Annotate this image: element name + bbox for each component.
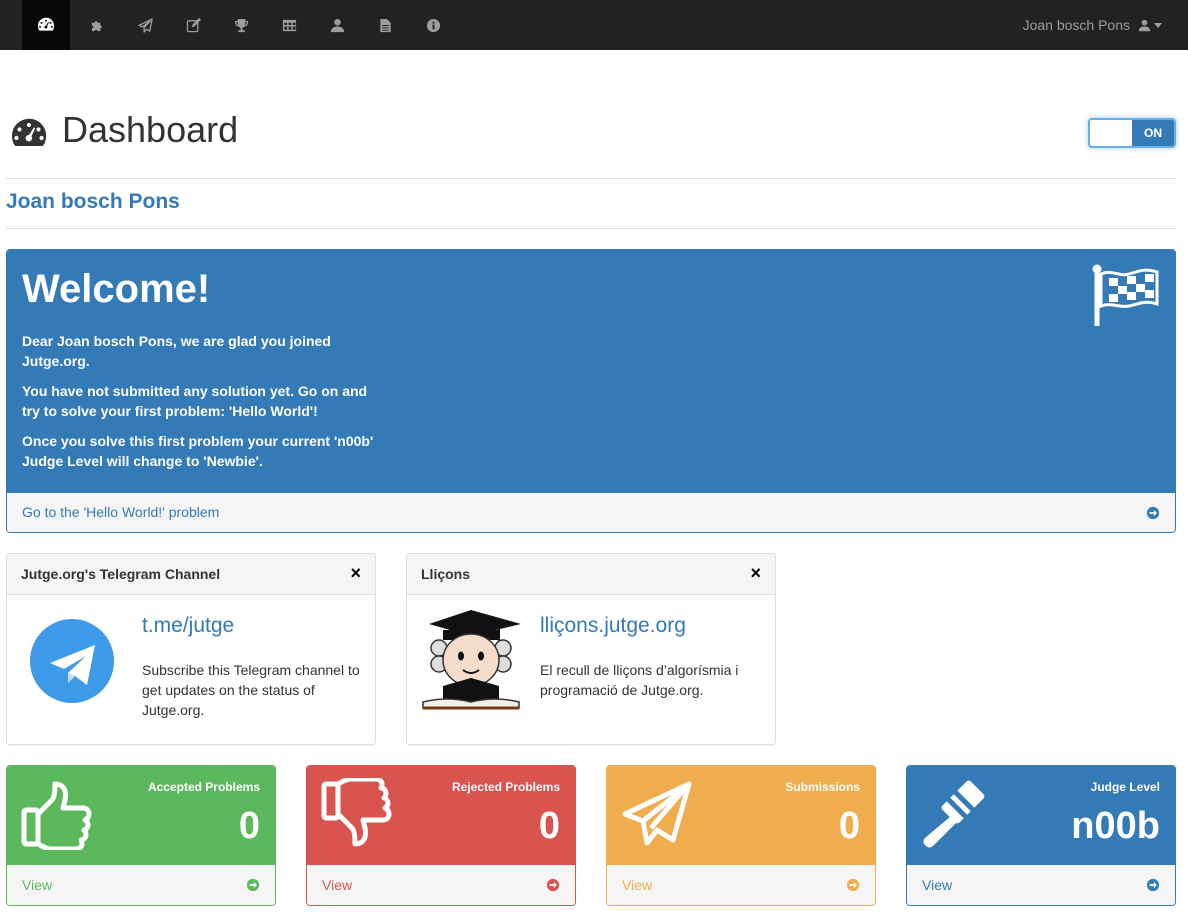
nav-problems[interactable] xyxy=(73,0,121,50)
flag-checkered-icon xyxy=(1092,264,1159,326)
send-icon xyxy=(137,17,153,33)
page-title: Dashboard xyxy=(62,109,239,150)
arrow-circle-right-icon xyxy=(846,878,860,892)
edit-icon xyxy=(186,17,201,32)
llicons-link[interactable]: lliçons.jutge.org xyxy=(540,614,686,638)
dashboard-toggle[interactable]: ON xyxy=(1088,118,1176,148)
nav-about[interactable] xyxy=(409,0,457,50)
trophy-icon xyxy=(234,18,248,32)
page-header: Dashboard ON xyxy=(6,108,1176,178)
telegram-description: Subscribe this Telegram channel to get u… xyxy=(142,662,360,718)
stat-body: Rejected Problems 0 xyxy=(307,766,575,864)
nav-dashboard[interactable] xyxy=(22,0,70,50)
arrow-circle-right-icon xyxy=(246,878,260,892)
welcome-panel: Welcome! Dear Joan bosch Pons, we are gl… xyxy=(6,249,1176,533)
llicons-panel-header: Lliçons × xyxy=(407,554,775,595)
view-label: View xyxy=(622,877,653,893)
arrow-circle-right-icon xyxy=(546,878,560,892)
divider xyxy=(6,178,1176,179)
judge-level-panel: Judge Level n00b View xyxy=(906,765,1176,906)
rejected-problems-panel: Rejected Problems 0 View xyxy=(306,765,576,906)
hello-world-link-label: Go to the 'Hello World!' problem xyxy=(22,504,220,520)
nav-competitions[interactable] xyxy=(217,0,265,50)
view-label: View xyxy=(322,877,353,893)
llicons-description: El recull de lliçons d’algorísmia i prog… xyxy=(540,662,739,698)
nav-courses[interactable] xyxy=(169,0,217,50)
view-label: View xyxy=(922,877,953,893)
telegram-panel: Jutge.org's Telegram Channel × t.me/jutg… xyxy=(6,553,376,745)
stat-value: 0 xyxy=(538,805,560,847)
user-menu-name: Joan bosch Pons xyxy=(1022,17,1130,33)
puzzle-icon xyxy=(91,20,102,31)
welcome-text-joined: Dear Joan bosch Pons, we are glad you jo… xyxy=(22,333,331,369)
welcome-text-level: Once you solve this first problem your c… xyxy=(22,433,374,469)
nav-submissions[interactable] xyxy=(121,0,169,50)
stat-label: Judge Level xyxy=(1090,780,1160,794)
stat-label: Accepted Problems xyxy=(147,780,260,794)
info-icon xyxy=(426,18,440,32)
telegram-logo xyxy=(30,619,114,703)
paper-plane-icon xyxy=(622,781,692,846)
user-name-heading: Joan bosch Pons xyxy=(6,190,180,213)
close-icon[interactable]: × xyxy=(750,563,761,583)
welcome-title: Welcome! xyxy=(22,267,211,311)
navbar: Joan bosch Pons xyxy=(0,0,1188,50)
arrow-circle-right-icon xyxy=(1146,878,1160,892)
submissions-view-link[interactable]: View xyxy=(607,864,875,905)
stat-value: 0 xyxy=(238,805,260,847)
table-icon xyxy=(282,19,296,31)
stat-body: Accepted Problems 0 xyxy=(7,766,275,864)
gavel-icon xyxy=(923,780,985,848)
file-icon xyxy=(379,18,391,32)
telegram-panel-header: Jutge.org's Telegram Channel × xyxy=(7,554,375,595)
arrow-circle-right-icon xyxy=(1146,506,1160,520)
welcome-text-submit: You have not submitted any solution yet.… xyxy=(22,383,368,419)
user-icon xyxy=(330,18,344,32)
stat-value: 0 xyxy=(838,805,860,847)
close-icon[interactable]: × xyxy=(350,563,361,583)
stat-body: Judge Level n00b xyxy=(907,766,1175,864)
user-menu[interactable]: Joan bosch Pons xyxy=(1023,0,1162,50)
toggle-on-label: ON xyxy=(1132,120,1174,146)
caret-down-icon xyxy=(1154,22,1162,28)
nav-lists[interactable] xyxy=(265,0,313,50)
user-icon xyxy=(1138,19,1151,31)
view-label: View xyxy=(22,877,53,893)
accepted-problems-view-link[interactable]: View xyxy=(7,864,275,905)
stat-value: n00b xyxy=(1071,805,1160,847)
hello-world-link[interactable]: Go to the 'Hello World!' problem xyxy=(7,492,1175,532)
stat-label: Rejected Problems xyxy=(451,780,560,794)
telegram-link[interactable]: t.me/jutge xyxy=(142,614,234,638)
llicons-panel-title: Lliçons xyxy=(421,566,471,582)
thumbs-down-icon xyxy=(321,778,392,847)
thumbs-up-icon xyxy=(21,781,92,850)
rejected-problems-view-link[interactable]: View xyxy=(307,864,575,905)
judge-level-view-link[interactable]: View xyxy=(907,864,1175,905)
stat-body: Submissions 0 xyxy=(607,766,875,864)
llicons-panel: Lliçons × lliçons.jutge.org El recull de… xyxy=(406,553,776,745)
accepted-problems-panel: Accepted Problems 0 View xyxy=(6,765,276,906)
dashboard-icon xyxy=(11,118,47,146)
teacher-mascot-image xyxy=(422,610,521,710)
divider xyxy=(6,228,1176,229)
submissions-panel: Submissions 0 View xyxy=(606,765,876,906)
dashboard-icon xyxy=(37,17,55,31)
stat-label: Submissions xyxy=(785,780,860,794)
nav-documents[interactable] xyxy=(361,0,409,50)
nav-profile[interactable] xyxy=(313,0,361,50)
telegram-panel-title: Jutge.org's Telegram Channel xyxy=(21,566,221,582)
welcome-body: Welcome! Dear Joan bosch Pons, we are gl… xyxy=(7,250,1175,492)
